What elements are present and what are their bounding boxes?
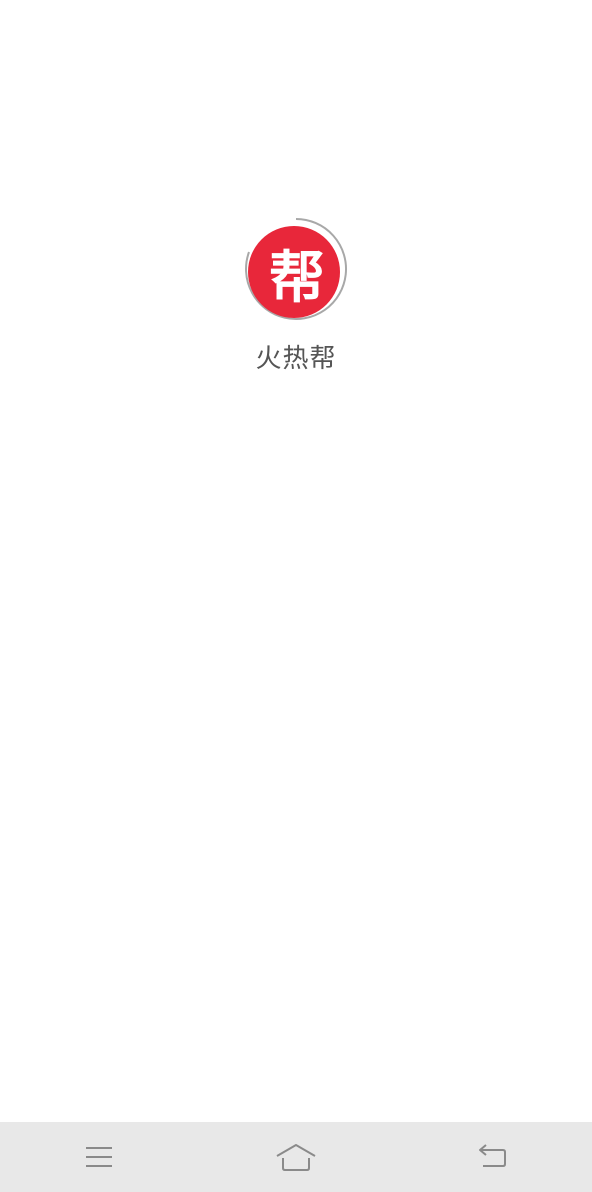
app-name: 火热帮 [255,344,337,374]
splash-content: 帮 火热帮 [0,214,592,375]
back-icon [479,1144,507,1167]
system-navigation-bar [0,1122,592,1192]
logo-glyph: 帮 [269,245,325,311]
app-logo: 帮 [241,214,351,324]
back-button[interactable] [453,1127,533,1187]
splash-screen: 帮 火热帮 [0,0,592,1192]
home-button[interactable] [256,1127,336,1187]
menu-button[interactable] [59,1127,139,1187]
menu-icon [85,1147,112,1167]
home-icon [276,1144,316,1171]
